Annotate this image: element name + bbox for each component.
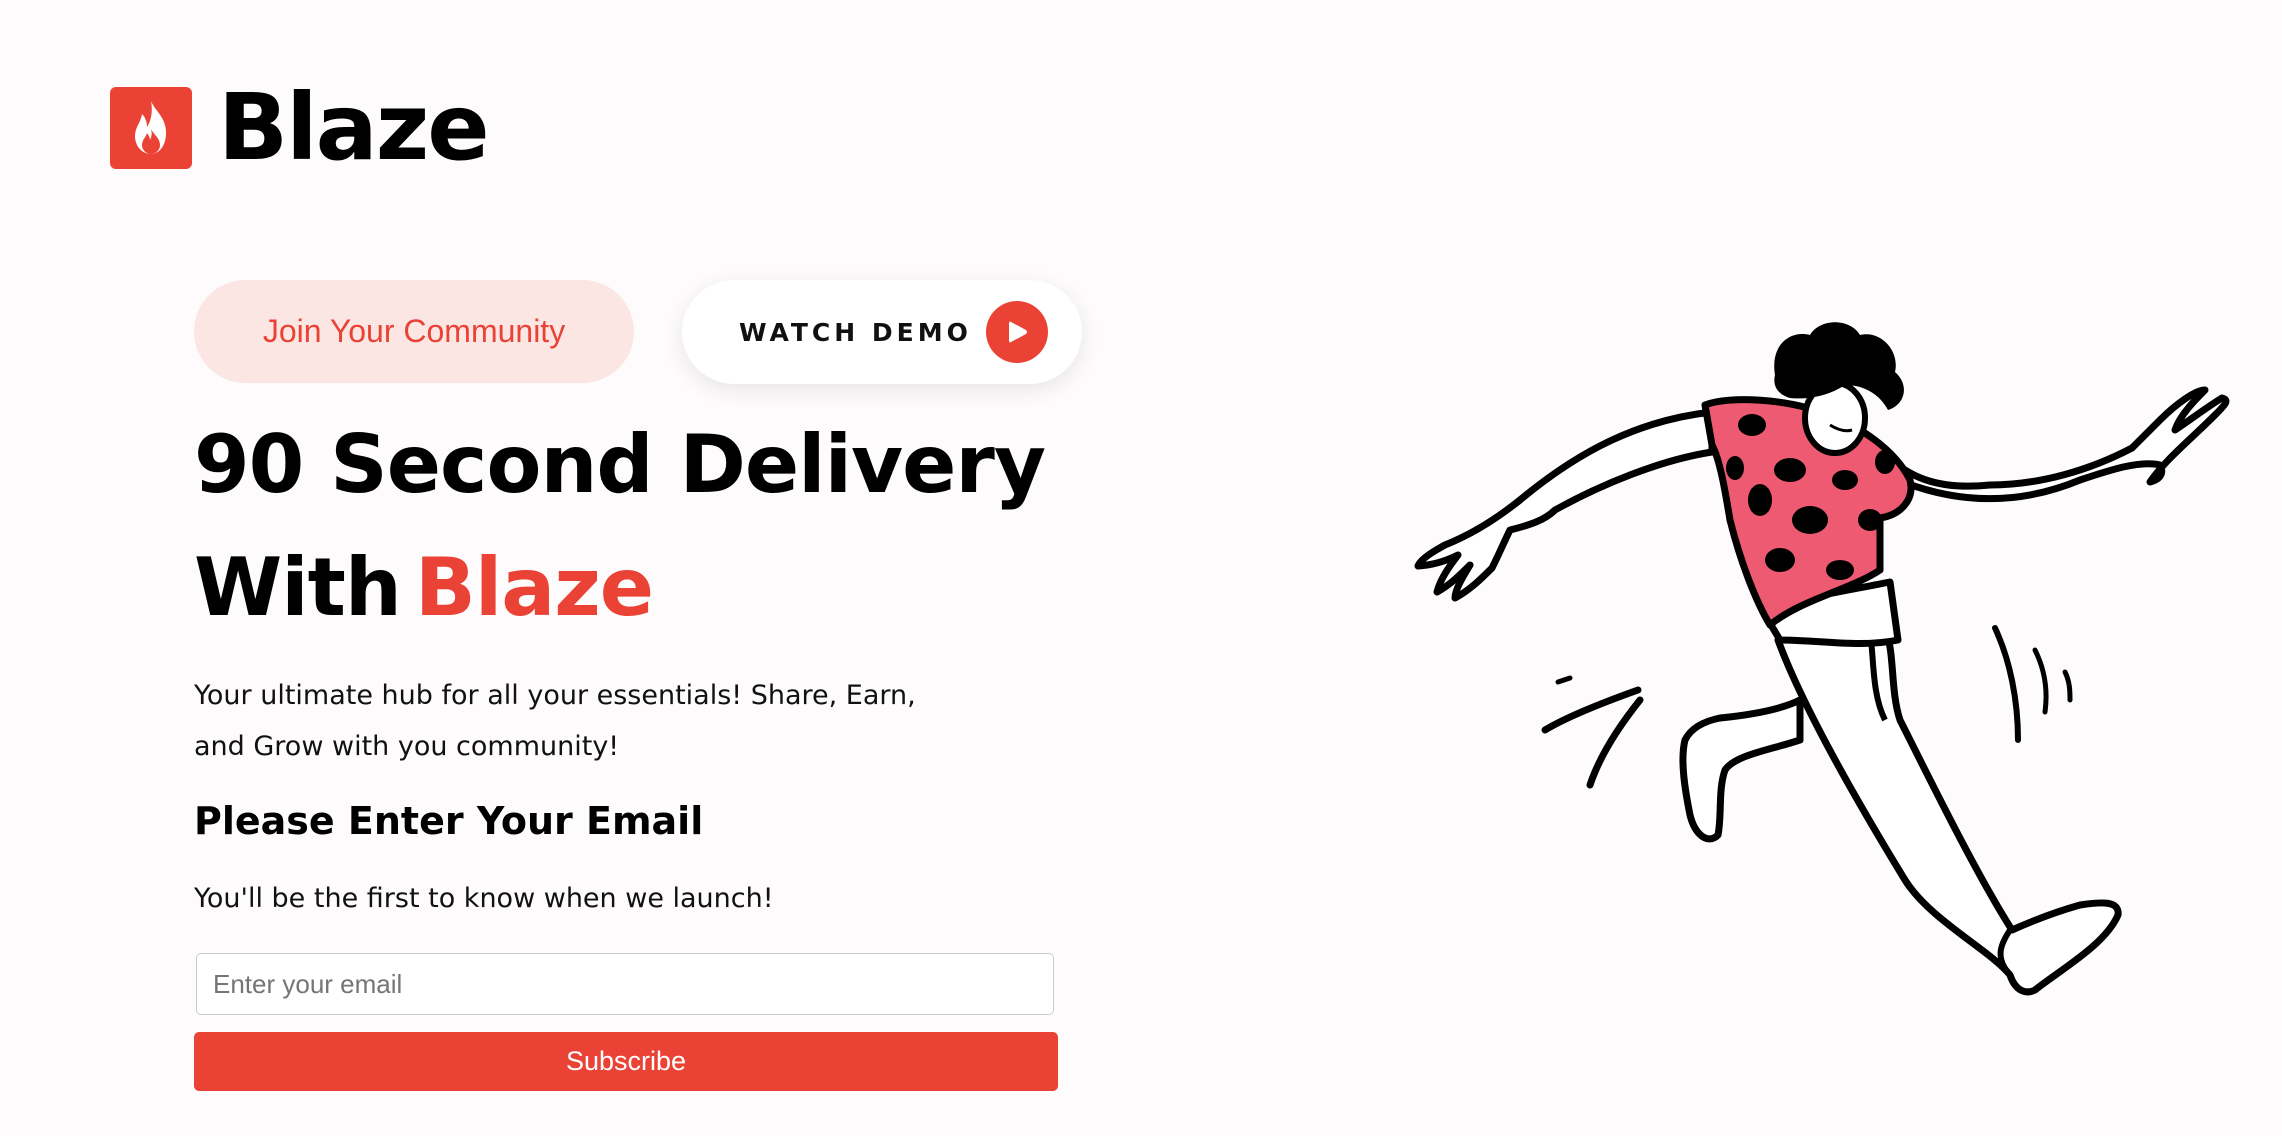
headline-prefix: With — [194, 541, 402, 634]
headline-line-2: With Blaze — [194, 548, 654, 628]
brand-name: Blaze — [218, 74, 490, 181]
flame-icon — [110, 87, 192, 169]
join-community-button[interactable]: Join Your Community — [194, 280, 634, 383]
launch-note: You'll be the first to know when we laun… — [194, 883, 774, 914]
watch-demo-button[interactable]: WATCH DEMO — [682, 280, 1082, 384]
email-heading: Please Enter Your Email — [194, 799, 704, 843]
play-icon — [985, 301, 1048, 363]
headline-line-1: 90 Second Delivery — [194, 418, 1046, 511]
brand-logo[interactable]: Blaze — [110, 74, 490, 181]
jumping-person-illustration — [1414, 322, 2230, 996]
subscribe-button[interactable]: Subscribe — [194, 1032, 1058, 1091]
watch-demo-label: WATCH DEMO — [739, 317, 972, 347]
headline-brand-word: Blaze — [414, 541, 654, 634]
hero-description: Your ultimate hub for all your essential… — [194, 680, 916, 762]
email-input[interactable] — [196, 953, 1054, 1015]
